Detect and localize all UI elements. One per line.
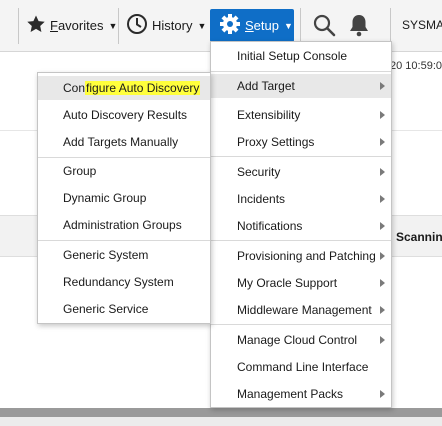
menu-item-label: Configure Auto Discovery [63,81,201,95]
menu-item-label: Management Packs [237,387,344,401]
favorites-label: Favorites [50,18,104,33]
setup-button[interactable]: Setup ▼ [210,9,294,42]
toolbar-divider [390,8,391,44]
history-button[interactable]: History ▼ [126,9,206,42]
setup-item-incidents[interactable]: Incidents [211,187,391,211]
submenu-arrow-icon [380,111,385,119]
menu-item-label: My Oracle Support [237,276,338,290]
bell-icon[interactable] [348,13,370,40]
submenu-arrow-icon [380,252,385,260]
menu-item-label: Add Targets Manually [63,135,179,149]
menu-item-label: Redundancy System [63,275,174,289]
favorites-caret-icon: ▼ [108,20,118,31]
setup-item-my-oracle-support[interactable]: My Oracle Support [211,271,391,295]
setup-item-manage-cloud-control[interactable]: Manage Cloud Control [211,328,391,352]
menu-divider [38,157,210,158]
menu-item-label: Administration Groups [63,218,182,232]
history-caret-icon: ▼ [197,20,207,31]
submenu-arrow-icon [380,390,385,398]
column-header-scanning: Scanning [396,230,442,244]
menu-item-label: Security [237,165,281,179]
add-target-item-auto-discovery-results[interactable]: Auto Discovery Results [38,103,210,127]
gear-icon [219,13,241,38]
text-highlight: figure Auto Discovery [85,81,201,95]
submenu-arrow-icon [380,306,385,314]
add-target-item-redundancy-system[interactable]: Redundancy System [38,270,210,294]
toolbar-divider [118,8,119,44]
submenu-arrow-icon [380,195,385,203]
submenu-arrow-icon [380,168,385,176]
refresh-timestamp: 20 10:59:08 [390,60,442,72]
menu-item-label: Incidents [237,192,286,206]
page-bottom-strip [0,417,442,426]
horizontal-scrollbar[interactable] [0,408,442,417]
menu-item-label: Notifications [237,219,303,233]
add-target-item-generic-system[interactable]: Generic System [38,243,210,267]
menu-item-label: Provisioning and Patching [237,249,376,263]
menu-item-label: Add Target [237,79,295,93]
menu-item-label: Generic System [63,248,149,262]
user-menu-label[interactable]: SYSMAN [402,18,442,32]
submenu-arrow-icon [380,279,385,287]
menu-divider [211,71,391,72]
menu-item-label: Group [63,164,97,178]
menu-item-label: Auto Discovery Results [63,108,188,122]
search-icon[interactable] [312,13,336,40]
menu-divider [211,324,391,325]
menu-item-label: Initial Setup Console [237,49,348,63]
menu-item-label: Middleware Management [237,303,372,317]
setup-item-middleware-management[interactable]: Middleware Management [211,298,391,322]
add-target-item-generic-service[interactable]: Generic Service [38,297,210,321]
favorites-button[interactable]: Favorites ▼ [26,9,117,42]
menu-item-label: Proxy Settings [237,135,315,149]
menu-item-label: Dynamic Group [63,191,147,205]
add-target-submenu: Configure Auto Discovery Auto Discovery … [37,72,211,324]
star-icon [26,14,46,37]
add-target-item-group[interactable]: Group [38,159,210,183]
setup-item-provisioning-and-patching[interactable]: Provisioning and Patching [211,244,391,268]
setup-label: Setup [245,18,279,33]
submenu-arrow-icon [380,82,385,90]
menu-divider [211,240,391,241]
setup-item-notifications[interactable]: Notifications [211,214,391,238]
add-target-item-administration-groups[interactable]: Administration Groups [38,213,210,237]
clock-icon [126,13,148,38]
add-target-item-add-targets-manually[interactable]: Add Targets Manually [38,130,210,154]
menu-divider [38,240,210,241]
submenu-arrow-icon [380,336,385,344]
setup-item-management-packs[interactable]: Management Packs [211,382,391,406]
menu-item-label: Extensibility [237,108,301,122]
setup-menu: Initial Setup Console Add Target Extensi… [210,41,392,408]
submenu-arrow-icon [380,222,385,230]
toolbar-divider [18,8,19,44]
history-label: History [152,18,193,33]
add-target-item-dynamic-group[interactable]: Dynamic Group [38,186,210,210]
setup-item-initial-setup-console[interactable]: Initial Setup Console [211,44,391,68]
menu-item-label: Command Line Interface [237,360,369,374]
menu-divider [211,156,391,157]
menu-item-label: Manage Cloud Control [237,333,358,347]
setup-item-security[interactable]: Security [211,160,391,184]
setup-item-command-line-interface[interactable]: Command Line Interface [211,355,391,379]
setup-item-proxy-settings[interactable]: Proxy Settings [211,130,391,154]
setup-caret-icon: ▼ [283,20,293,31]
toolbar-divider [300,8,301,44]
menu-item-label: Generic Service [63,302,149,316]
setup-item-add-target[interactable]: Add Target [211,74,391,98]
setup-item-extensibility[interactable]: Extensibility [211,103,391,127]
add-target-item-configure-auto-discovery[interactable]: Configure Auto Discovery [38,76,210,100]
submenu-arrow-icon [380,138,385,146]
